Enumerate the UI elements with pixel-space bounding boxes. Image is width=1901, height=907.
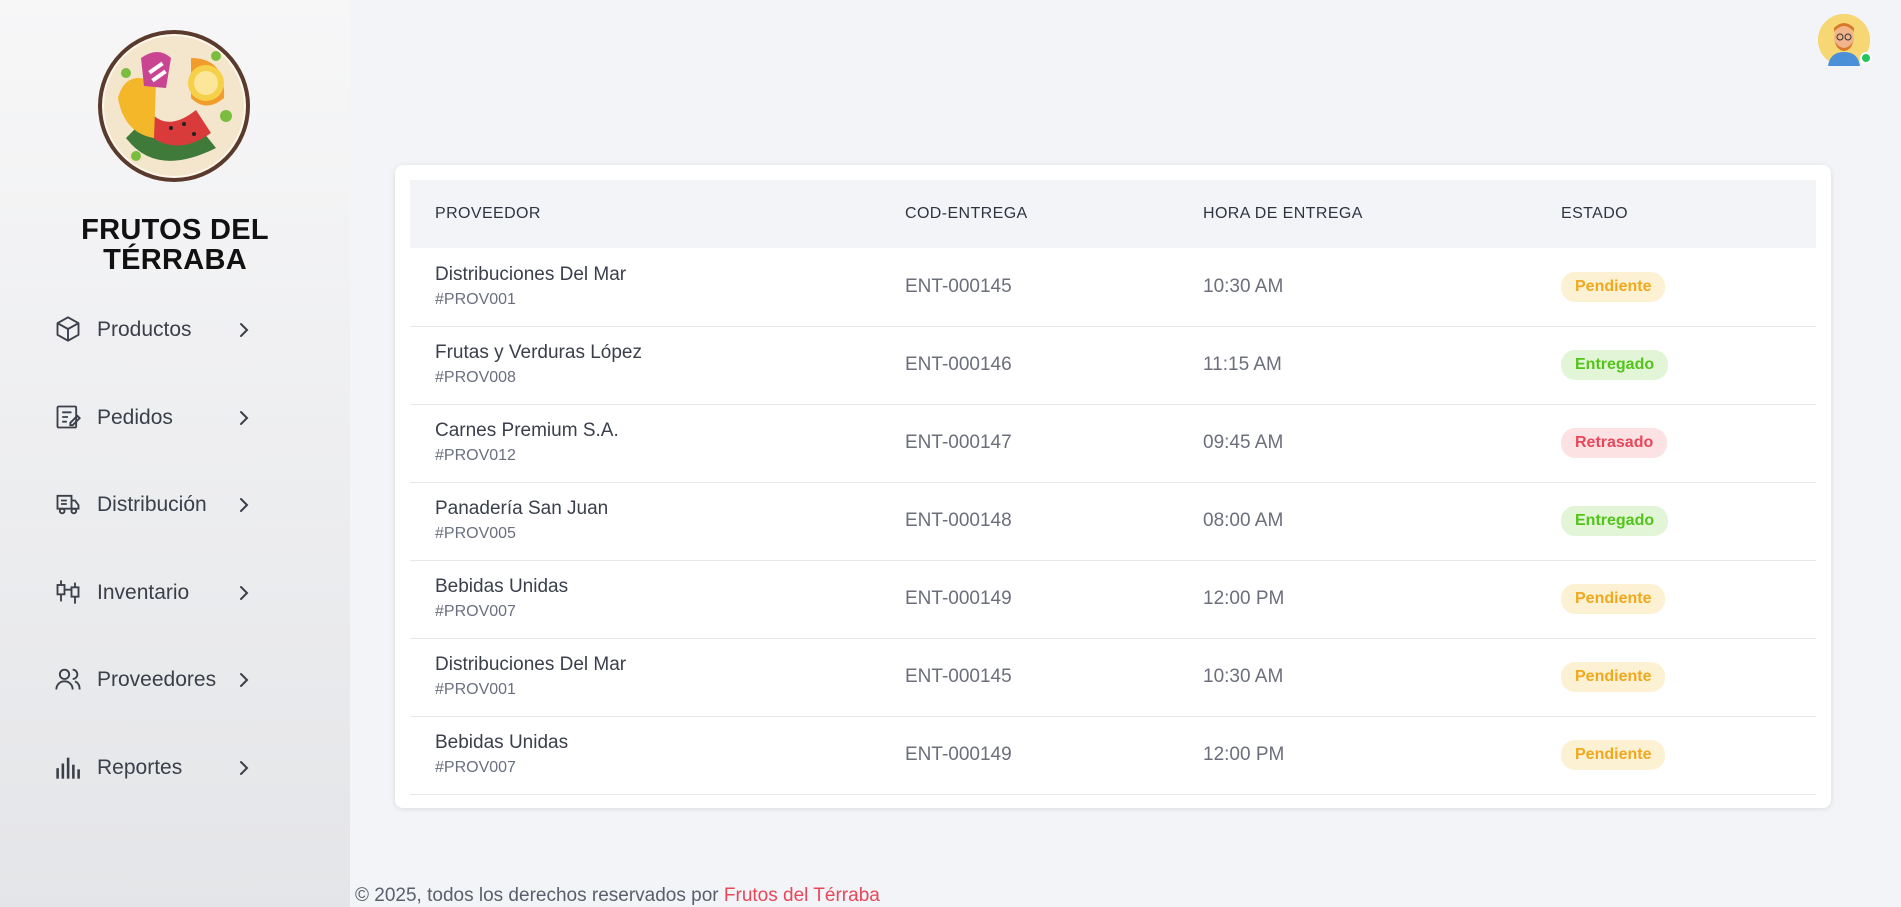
provider-id: #PROV001 bbox=[435, 681, 516, 698]
brand-title-line1: FRUTOS DEL bbox=[81, 214, 269, 246]
edit-note-icon bbox=[54, 403, 82, 431]
provider-id: #PROV008 bbox=[435, 369, 516, 386]
status-badge: Entregado bbox=[1561, 506, 1669, 536]
table-row[interactable]: Distribuciones Del Mar #PROV001 ENT-00014… bbox=[410, 638, 1816, 716]
sidebar-item-label: Inventario bbox=[97, 580, 190, 604]
sidebar-nav: Productos Pedidos Distribución Inventari… bbox=[0, 300, 350, 825]
sidebar-item-label: Pedidos bbox=[97, 405, 173, 429]
footer-link[interactable]: Frutos del Térraba bbox=[724, 885, 880, 906]
deliveries-table: PROVEEDOR COD-ENTREGA HORA DE ENTREGA ES… bbox=[410, 180, 1816, 795]
delivery-code: ENT-000149 bbox=[905, 588, 1012, 609]
status-badge: Pendiente bbox=[1561, 662, 1666, 692]
footer-text: © 2025, todos los derechos reservados po… bbox=[355, 885, 724, 906]
provider-name: Distribuciones Del Mar bbox=[435, 654, 627, 675]
candlestick-icon bbox=[54, 578, 82, 606]
chevron-right-icon bbox=[236, 670, 252, 690]
user-avatar-icon[interactable] bbox=[1818, 14, 1872, 66]
deliveries-card: PROVEEDOR COD-ENTREGA HORA DE ENTREGA ES… bbox=[395, 165, 1831, 808]
bar-chart-icon bbox=[54, 753, 82, 781]
delivery-time: 12:00 PM bbox=[1203, 744, 1285, 765]
chevron-right-icon bbox=[236, 408, 252, 428]
fruit-logo-icon[interactable] bbox=[96, 28, 252, 184]
provider-id: #PROV007 bbox=[435, 759, 516, 776]
status-badge: Entregado bbox=[1561, 350, 1669, 380]
provider-name: Bebidas Unidas bbox=[435, 576, 569, 597]
delivery-code: ENT-000149 bbox=[905, 744, 1012, 765]
column-header-cod-entrega[interactable]: COD-ENTREGA bbox=[880, 180, 1178, 248]
delivery-time: 08:00 AM bbox=[1203, 510, 1284, 531]
delivery-time: 10:30 AM bbox=[1203, 275, 1284, 297]
provider-name: Bebidas Unidas bbox=[435, 732, 569, 753]
sidebar-item-pedidos[interactable]: Pedidos bbox=[0, 388, 350, 476]
delivery-time: 10:30 AM bbox=[1203, 666, 1284, 687]
table-header-row: PROVEEDOR COD-ENTREGA HORA DE ENTREGA ES… bbox=[410, 180, 1816, 248]
delivery-time: 09:45 AM bbox=[1203, 432, 1284, 453]
delivery-code: ENT-000148 bbox=[905, 510, 1012, 531]
sidebar-item-reportes[interactable]: Reportes bbox=[0, 738, 350, 826]
table-row[interactable]: Carnes Premium S.A. #PROV012 ENT-000147 0… bbox=[410, 404, 1816, 482]
delivery-code: ENT-000145 bbox=[905, 666, 1012, 687]
column-header-hora-entrega[interactable]: HORA DE ENTREGA bbox=[1178, 180, 1536, 248]
footer: © 2025, todos los derechos reservados po… bbox=[355, 885, 880, 907]
users-icon bbox=[54, 665, 82, 693]
brand-title: FRUTOS DEL TÉRRABA bbox=[0, 215, 350, 275]
sidebar-item-label: Distribución bbox=[97, 493, 207, 516]
truck-icon bbox=[54, 490, 82, 518]
table-row[interactable]: Frutas y Verduras López #PROV008 ENT-0001… bbox=[410, 326, 1816, 404]
delivery-code: ENT-000145 bbox=[905, 275, 1012, 297]
provider-name: Frutas y Verduras López bbox=[435, 342, 642, 363]
provider-name: Carnes Premium S.A. bbox=[435, 420, 619, 441]
table-row[interactable]: Bebidas Unidas #PROV007 ENT-000149 12:00 … bbox=[410, 716, 1816, 794]
sidebar-item-distribucion[interactable]: Distribución bbox=[0, 475, 350, 563]
brand-title-line2: TÉRRABA bbox=[103, 244, 247, 276]
box-icon bbox=[54, 315, 82, 343]
table-row[interactable]: Panadería San Juan #PROV005 ENT-000148 08… bbox=[410, 482, 1816, 560]
sidebar-item-inventario[interactable]: Inventario bbox=[0, 563, 350, 651]
provider-id: #PROV007 bbox=[435, 603, 516, 620]
delivery-code: ENT-000146 bbox=[905, 354, 1012, 375]
table-row[interactable]: Distribuciones Del Mar #PROV001 ENT-00014… bbox=[410, 248, 1816, 326]
sidebar-item-proveedores[interactable]: Proveedores bbox=[0, 650, 350, 738]
provider-name: Panadería San Juan bbox=[435, 498, 609, 519]
provider-name: Distribuciones Del Mar bbox=[435, 263, 627, 285]
sidebar-item-label: Productos bbox=[97, 318, 192, 341]
provider-id: #PROV005 bbox=[435, 525, 516, 542]
sidebar-item-label: Proveedores bbox=[97, 668, 217, 691]
online-status-dot bbox=[1860, 52, 1872, 64]
chevron-right-icon bbox=[236, 495, 252, 515]
chevron-right-icon bbox=[236, 320, 252, 340]
column-header-proveedor[interactable]: PROVEEDOR bbox=[410, 180, 880, 248]
sidebar: FRUTOS DEL TÉRRABA Productos Pedidos Dis… bbox=[0, 0, 350, 907]
chevron-right-icon bbox=[236, 758, 252, 778]
sidebar-item-productos[interactable]: Productos bbox=[0, 300, 350, 388]
status-badge: Retrasado bbox=[1561, 428, 1668, 458]
status-badge: Pendiente bbox=[1561, 271, 1666, 302]
provider-id: #PROV001 bbox=[435, 290, 516, 308]
delivery-time: 11:15 AM bbox=[1203, 354, 1282, 375]
sidebar-item-label: Reportes bbox=[97, 755, 183, 779]
delivery-time: 12:00 PM bbox=[1203, 588, 1285, 609]
table-row[interactable]: Bebidas Unidas #PROV007 ENT-000149 12:00 … bbox=[410, 560, 1816, 638]
delivery-code: ENT-000147 bbox=[905, 432, 1012, 453]
status-badge: Pendiente bbox=[1561, 740, 1666, 770]
chevron-right-icon bbox=[236, 583, 252, 603]
column-header-estado[interactable]: ESTADO bbox=[1536, 180, 1816, 248]
provider-id: #PROV012 bbox=[435, 447, 516, 464]
status-badge: Pendiente bbox=[1561, 584, 1666, 614]
